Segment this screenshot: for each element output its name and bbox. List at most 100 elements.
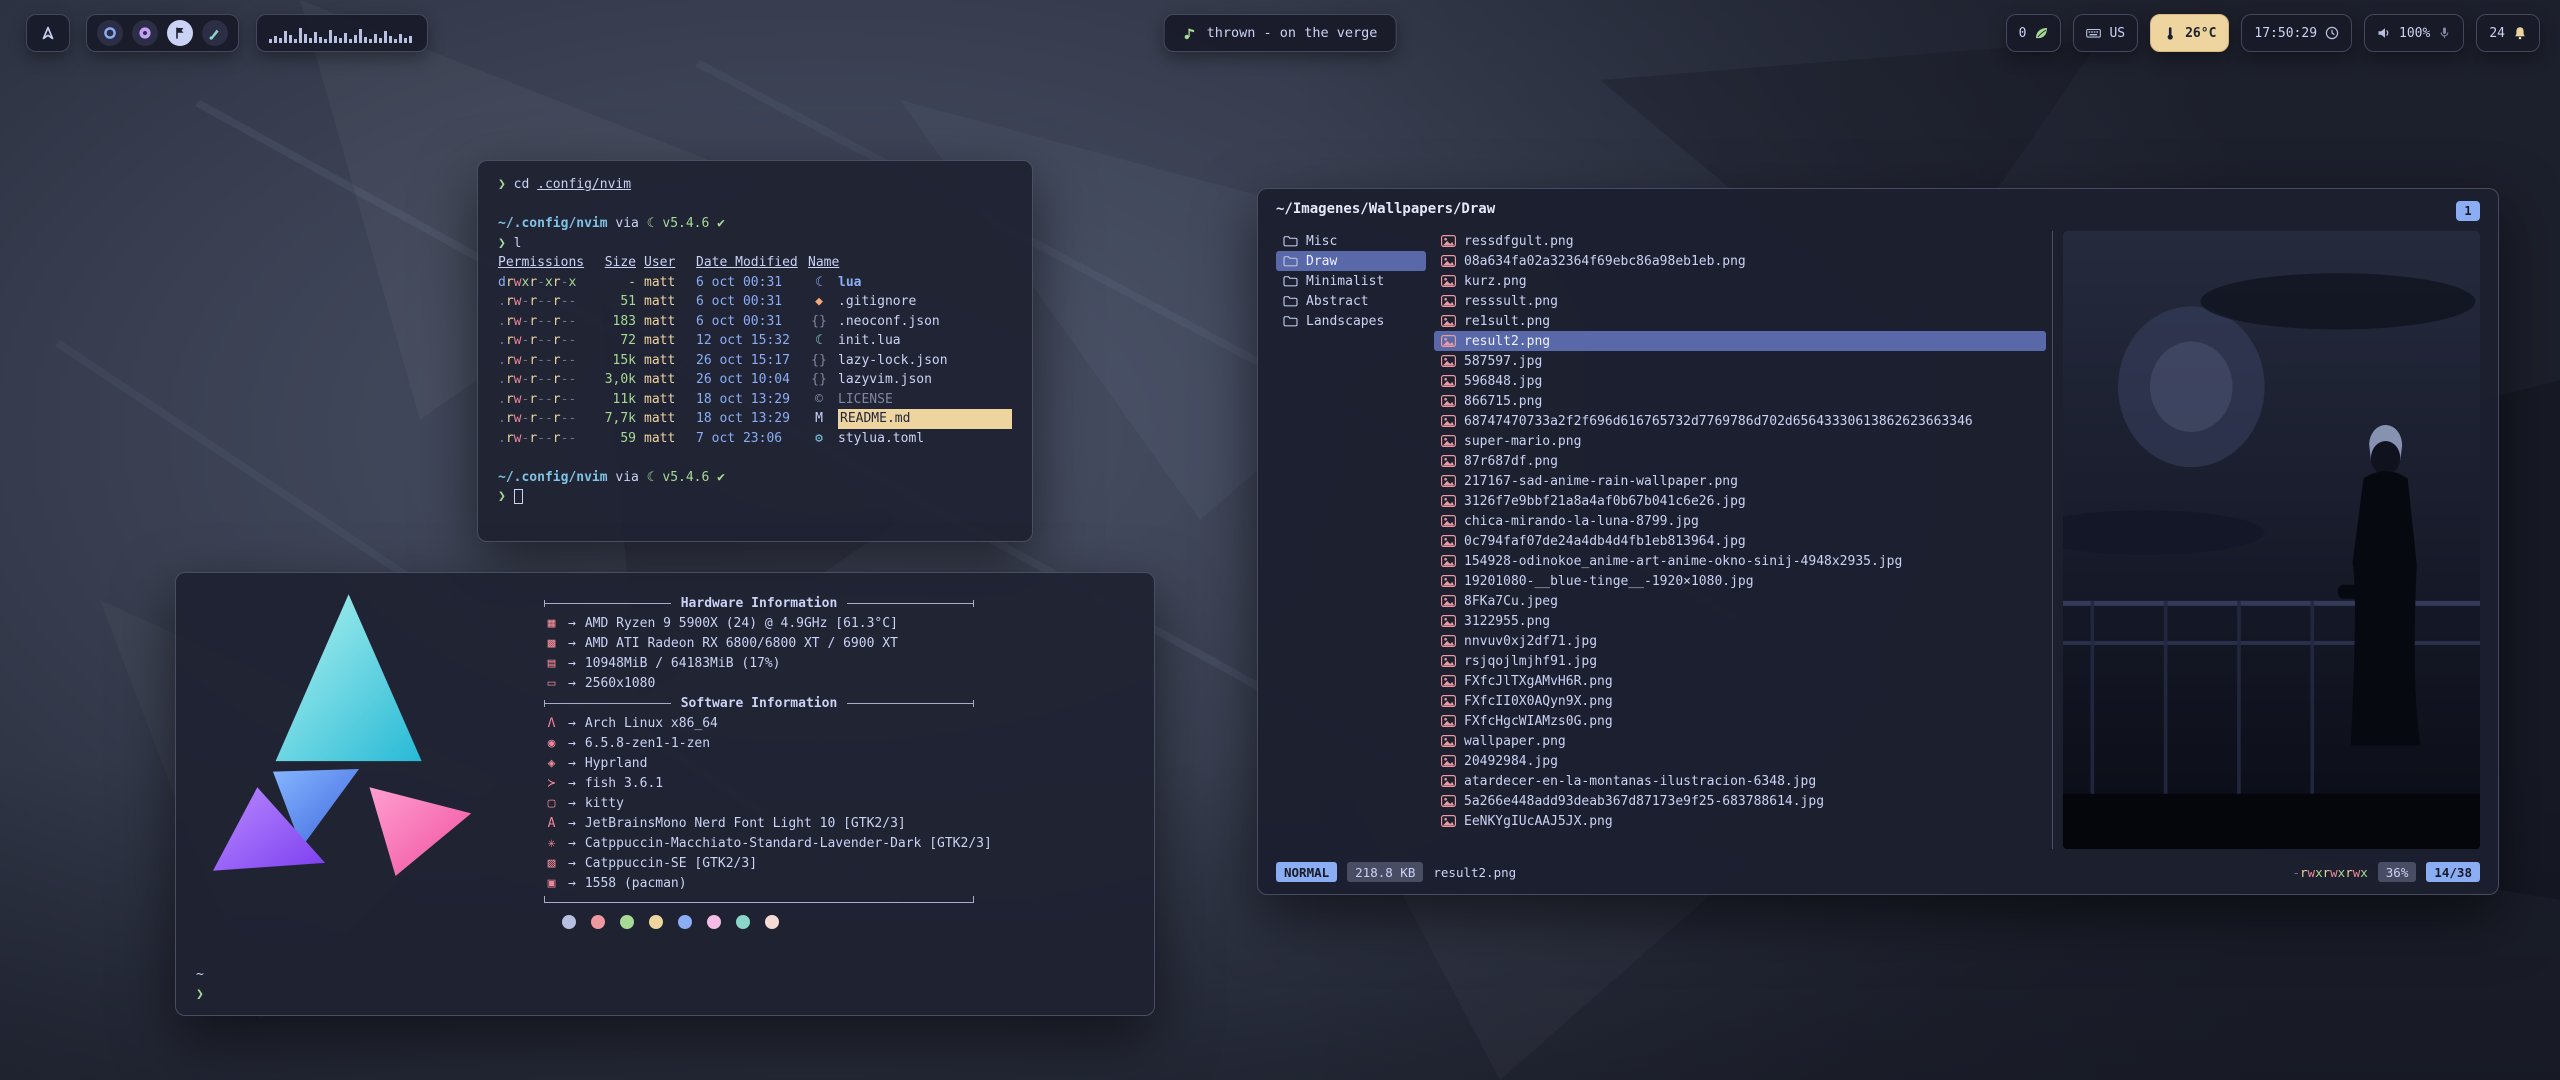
file-row[interactable]: nnvuv0xj2df71.jpg <box>1434 631 2046 651</box>
temperature-module[interactable]: 26°C <box>2150 14 2229 52</box>
hardware-section-title: Hardware Information <box>544 593 974 613</box>
file-row[interactable]: 866715.png <box>1434 391 2046 411</box>
file-name: resssult.png <box>1464 294 1558 309</box>
fetch-value: 10948MiB / 64183MiB (17%) <box>585 656 781 671</box>
starship-prompt-line: ~/.config/nvim via ☾ v5.4.6 ✔ <box>498 214 1012 234</box>
quick-launch-button-2[interactable] <box>132 20 158 46</box>
file-size: 59 <box>592 429 636 449</box>
sidebar-folder-misc[interactable]: Misc <box>1276 231 1426 251</box>
file-size: 72 <box>592 331 636 351</box>
image-file-icon <box>1441 455 1456 467</box>
file-row[interactable]: re1sult.png <box>1434 311 2046 331</box>
file-row[interactable]: FXfcHgcWIAMzs0G.png <box>1434 711 2046 731</box>
file-row[interactable]: 3126f7e9bbf21a8a4af0b67b041c6e26.jpg <box>1434 491 2046 511</box>
command-arg: .config/nvim <box>537 177 631 192</box>
gpu-icon: ▩ <box>544 636 559 651</box>
file-row[interactable]: atardecer-en-la-montanas-ilustracion-634… <box>1434 771 2046 791</box>
media-module[interactable]: thrown - on the verge <box>1164 14 1397 52</box>
file-permissions: -rwxrwxrwx <box>2292 865 2367 880</box>
file-row[interactable]: rsjqojlmjhf91.jpg <box>1434 651 2046 671</box>
terminal-cursor-line[interactable]: ❯ <box>498 487 1012 507</box>
file-name: wallpaper.png <box>1464 734 1566 749</box>
launcher-button[interactable] <box>26 14 70 52</box>
file-name: .neoconf.json <box>838 312 1012 332</box>
sidebar-folder-landscapes[interactable]: Landscapes <box>1276 311 1426 331</box>
updates-module[interactable]: 0 <box>2006 14 2062 52</box>
keyboard-layout-module[interactable]: US <box>2073 14 2138 52</box>
file-row[interactable]: 8FKa7Cu.jpeg <box>1434 591 2046 611</box>
cpu-graph-widget[interactable] <box>256 14 428 52</box>
file-owner: matt <box>644 370 688 390</box>
file-row[interactable]: 217167-sad-anime-rain-wallpaper.png <box>1434 471 2046 491</box>
file-name: nnvuv0xj2df71.jpg <box>1464 634 1597 649</box>
tab-badge[interactable]: 1 <box>2456 201 2480 221</box>
image-file-icon <box>1441 475 1456 487</box>
file-name: 154928-odinokoe_anime-art-anime-okno-sin… <box>1464 554 1902 569</box>
file-row[interactable]: result2.png <box>1434 331 2046 351</box>
file-row[interactable]: wallpaper.png <box>1434 731 2046 751</box>
quick-launch-button-3[interactable] <box>167 20 193 46</box>
file-size: 51 <box>592 292 636 312</box>
clock-value: 17:50:29 <box>2254 26 2317 41</box>
kernel-icon: ◉ <box>544 736 559 751</box>
check-icon: ✔ <box>717 214 725 234</box>
image-file-icon <box>1441 295 1456 307</box>
file-name: 3126f7e9bbf21a8a4af0b67b041c6e26.jpg <box>1464 494 1746 509</box>
notifications-module[interactable]: 24 <box>2476 14 2540 52</box>
file-size: 15k <box>592 351 636 371</box>
file-row[interactable]: 587597.jpg <box>1434 351 2046 371</box>
file-row[interactable]: 19201080-__blue-tinge__-1920×1080.jpg <box>1434 571 2046 591</box>
file-owner: matt <box>644 390 688 410</box>
image-preview-pane <box>2063 231 2480 849</box>
fetch-value: kitty <box>585 796 624 811</box>
file-row[interactable]: 87r687df.png <box>1434 451 2046 471</box>
image-file-icon <box>1441 815 1456 827</box>
file-name: ressdfgult.png <box>1464 234 1574 249</box>
file-row[interactable]: 20492984.jpg <box>1434 751 2046 771</box>
terminal-color-palette <box>562 915 1136 929</box>
file-row[interactable]: super-mario.png <box>1434 431 2046 451</box>
file-row[interactable]: 08a634fa02a32364f69ebc86a98eb1eb.png <box>1434 251 2046 271</box>
sidebar-folder-minimalist[interactable]: Minimalist <box>1276 271 1426 291</box>
file-row[interactable]: FXfcJlTXgAMvH6R.png <box>1434 671 2046 691</box>
file-name: FXfcII0X0AQyn9X.png <box>1464 694 1613 709</box>
tray-count: 24 <box>2489 26 2505 41</box>
file-row[interactable]: 0c794faf07de24a4db4d4fb1eb813964.jpg <box>1434 531 2046 551</box>
file-row[interactable]: 5a266e448add93deab367d87173e9f25-6837886… <box>1434 791 2046 811</box>
breadcrumb-path: ~/Imagenes/Wallpapers/Draw <box>1276 201 1495 217</box>
file-row[interactable]: ressdfgult.png <box>1434 231 2046 251</box>
shell-icon: ≻ <box>544 776 559 791</box>
image-file-icon <box>1441 375 1456 387</box>
prompt-icon: ❯ <box>196 987 204 1002</box>
sidebar-folder-abstract[interactable]: Abstract <box>1276 291 1426 311</box>
list-position-badge: 14/38 <box>2426 862 2480 882</box>
moon-icon: ☾ <box>647 214 655 234</box>
file-row[interactable]: 3122955.png <box>1434 611 2046 631</box>
file-size: 3,0k <box>592 370 636 390</box>
package-icon: ▣ <box>544 876 559 891</box>
file-row[interactable]: kurz.png <box>1434 271 2046 291</box>
prompt-line[interactable]: ❯ <box>196 985 204 1005</box>
wm-icon: ◈ <box>544 756 559 771</box>
arrow-icon: → <box>568 756 576 771</box>
file-row[interactable]: resssult.png <box>1434 291 2046 311</box>
file-row[interactable]: 68747470733a2f2f696d616765732d7769786d70… <box>1434 411 2046 431</box>
quick-launch-button-1[interactable] <box>97 20 123 46</box>
distro-logo <box>196 589 496 889</box>
sidebar-folder-draw[interactable]: Draw <box>1276 251 1426 271</box>
file-owner: matt <box>644 292 688 312</box>
volume-module[interactable]: 100% <box>2364 14 2464 52</box>
file-row[interactable]: chica-mirando-la-luna-8799.jpg <box>1434 511 2046 531</box>
file-row[interactable]: EeNKYgIUcAAJ5JX.png <box>1434 811 2046 831</box>
json-icon: {} <box>808 312 830 332</box>
quick-launch-button-4[interactable] <box>202 20 228 46</box>
file-row[interactable]: FXfcII0X0AQyn9X.png <box>1434 691 2046 711</box>
fetch-line: ▩→AMD ATI Radeon RX 6800/6800 XT / 6900 … <box>544 633 1136 653</box>
file-row[interactable]: 154928-odinokoe_anime-art-anime-okno-sin… <box>1434 551 2046 571</box>
topbar: thrown - on the verge 0 US 26°C <box>0 0 2560 66</box>
file-row[interactable]: 596848.jpg <box>1434 371 2046 391</box>
clock-module[interactable]: 17:50:29 <box>2241 14 2352 52</box>
quick-launch-group <box>86 14 239 52</box>
pane-divider <box>2052 231 2053 849</box>
arrow-icon: → <box>568 836 576 851</box>
